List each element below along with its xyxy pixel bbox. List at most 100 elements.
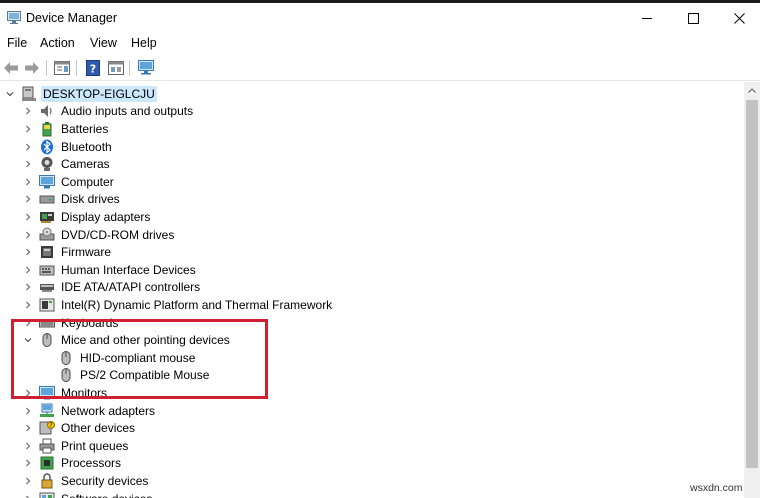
printer-icon bbox=[39, 438, 55, 454]
expander[interactable] bbox=[22, 246, 34, 258]
tree-category-processors[interactable]: Processors bbox=[22, 455, 123, 473]
tree-category-software-devices[interactable]: Software devices bbox=[22, 490, 154, 498]
expander[interactable] bbox=[22, 123, 34, 135]
help-button[interactable]: ? bbox=[84, 59, 102, 77]
node-label: Security devices bbox=[61, 473, 149, 488]
back-button[interactable] bbox=[2, 59, 20, 77]
show-hidden-button[interactable] bbox=[107, 59, 125, 77]
show-hidden-icon bbox=[108, 61, 124, 75]
node-label: Audio inputs and outputs bbox=[61, 104, 194, 119]
chevron-right-icon bbox=[26, 213, 31, 221]
toolbar-separator bbox=[46, 60, 47, 76]
node-label: Network adapters bbox=[61, 403, 156, 418]
menu-view[interactable]: View bbox=[90, 36, 117, 50]
expander[interactable] bbox=[22, 281, 34, 293]
expander[interactable] bbox=[22, 105, 34, 117]
chevron-right-icon bbox=[26, 284, 31, 291]
menu-file[interactable]: File bbox=[7, 36, 27, 50]
node-label: Intel(R) Dynamic Platform and Thermal Fr… bbox=[61, 297, 333, 312]
expander[interactable] bbox=[22, 141, 34, 153]
tree-category-computer[interactable]: Computer bbox=[22, 173, 116, 191]
device-tree[interactable]: DESKTOP-EIGLCJU Audio inputs and outputs B… bbox=[0, 82, 744, 498]
minimize-button[interactable] bbox=[624, 3, 670, 33]
expander[interactable] bbox=[22, 264, 34, 276]
node-icon bbox=[39, 279, 55, 295]
node-label: Processors bbox=[61, 456, 122, 471]
tree-category-firmware[interactable]: Firmware bbox=[22, 243, 113, 261]
network-adapter-icon bbox=[40, 403, 54, 417]
maximize-button[interactable] bbox=[670, 3, 716, 33]
expander[interactable] bbox=[22, 422, 34, 434]
tree-root-node[interactable]: DESKTOP-EIGLCJU bbox=[4, 85, 157, 103]
expander[interactable] bbox=[22, 405, 34, 417]
expander[interactable] bbox=[22, 211, 34, 223]
tree-category-other-devices[interactable]: ? Other devices bbox=[22, 419, 137, 437]
chevron-right-icon bbox=[26, 460, 31, 467]
chevron-up-icon bbox=[748, 87, 756, 93]
monitor-scan-icon bbox=[138, 60, 154, 75]
close-button[interactable] bbox=[716, 3, 760, 33]
disk-drive-icon bbox=[39, 195, 55, 204]
tree-category-disk-drives[interactable]: Disk drives bbox=[22, 191, 122, 209]
node-icon bbox=[39, 103, 55, 119]
tree-category-cameras[interactable]: Cameras bbox=[22, 155, 112, 173]
properties-button[interactable] bbox=[53, 59, 71, 77]
node-icon bbox=[39, 174, 55, 190]
menu-action[interactable]: Action bbox=[40, 36, 75, 50]
tree-category-network-adapters[interactable]: Network adapters bbox=[22, 402, 157, 420]
expander[interactable] bbox=[22, 440, 34, 452]
forward-button[interactable] bbox=[23, 59, 41, 77]
window-title: Device Manager bbox=[26, 11, 118, 25]
bluetooth-icon bbox=[41, 139, 53, 155]
expander[interactable] bbox=[4, 88, 16, 100]
tree-category-print-queues[interactable]: Print queues bbox=[22, 437, 130, 455]
expander[interactable] bbox=[22, 176, 34, 188]
tree-category-dvd-cd-rom-drives[interactable]: DVD/CD-ROM drives bbox=[22, 226, 176, 244]
node-label: Computer bbox=[61, 174, 114, 189]
ide-controller-icon bbox=[40, 284, 54, 293]
toolbar-separator bbox=[76, 60, 77, 76]
computer-icon bbox=[39, 174, 55, 189]
tree-category-display-adapters[interactable]: Display adapters bbox=[22, 208, 152, 226]
tree-category-ide-ata-atapi-controllers[interactable]: IDE ATA/ATAPI controllers bbox=[22, 279, 202, 297]
firmware-icon bbox=[41, 246, 53, 259]
tree-category-batteries[interactable]: Batteries bbox=[22, 120, 110, 138]
close-icon bbox=[733, 12, 745, 24]
node-icon bbox=[39, 244, 55, 260]
expander[interactable] bbox=[22, 457, 34, 469]
tree-category-security-devices[interactable]: Security devices bbox=[22, 472, 150, 490]
expander[interactable] bbox=[22, 493, 34, 498]
node-label: DVD/CD-ROM drives bbox=[61, 227, 175, 242]
device-manager-icon bbox=[7, 11, 21, 24]
node-icon bbox=[39, 262, 55, 278]
expander[interactable] bbox=[22, 475, 34, 487]
security-icon bbox=[41, 473, 53, 489]
menu-bar: File Action View Help bbox=[0, 33, 760, 53]
vertical-scrollbar[interactable] bbox=[744, 82, 760, 498]
expander[interactable] bbox=[22, 229, 34, 241]
chevron-right-icon bbox=[26, 231, 31, 238]
node-icon bbox=[39, 209, 55, 225]
expander[interactable] bbox=[22, 299, 34, 311]
node-icon bbox=[39, 403, 55, 419]
expander[interactable] bbox=[22, 193, 34, 205]
node-icon bbox=[39, 473, 55, 489]
menu-help[interactable]: Help bbox=[131, 36, 157, 50]
tree-category-audio-inputs-and-outputs[interactable]: Audio inputs and outputs bbox=[22, 103, 195, 121]
expander[interactable] bbox=[22, 158, 34, 170]
chevron-right-icon bbox=[26, 424, 31, 432]
node-label: DESKTOP-EIGLCJU bbox=[41, 85, 157, 102]
tree-category-human-interface-devices[interactable]: Human Interface Devices bbox=[22, 261, 198, 279]
chevron-right-icon bbox=[26, 301, 31, 309]
speaker-icon bbox=[41, 105, 52, 118]
scroll-up-button[interactable] bbox=[744, 82, 760, 98]
tree-category-bluetooth[interactable]: Bluetooth bbox=[22, 138, 114, 156]
node-label: IDE ATA/ATAPI controllers bbox=[61, 280, 201, 295]
annotation-highlight-box bbox=[11, 319, 268, 399]
tree-category-intel-r-dynamic-platform-and-thermal-framework[interactable]: Intel(R) Dynamic Platform and Thermal Fr… bbox=[22, 296, 334, 314]
intel-framework-icon bbox=[39, 298, 55, 312]
svg-text:?: ? bbox=[90, 63, 96, 76]
scan-hardware-button[interactable] bbox=[137, 59, 155, 77]
node-label: Software devices bbox=[59, 491, 154, 498]
scroll-thumb[interactable] bbox=[746, 100, 758, 468]
